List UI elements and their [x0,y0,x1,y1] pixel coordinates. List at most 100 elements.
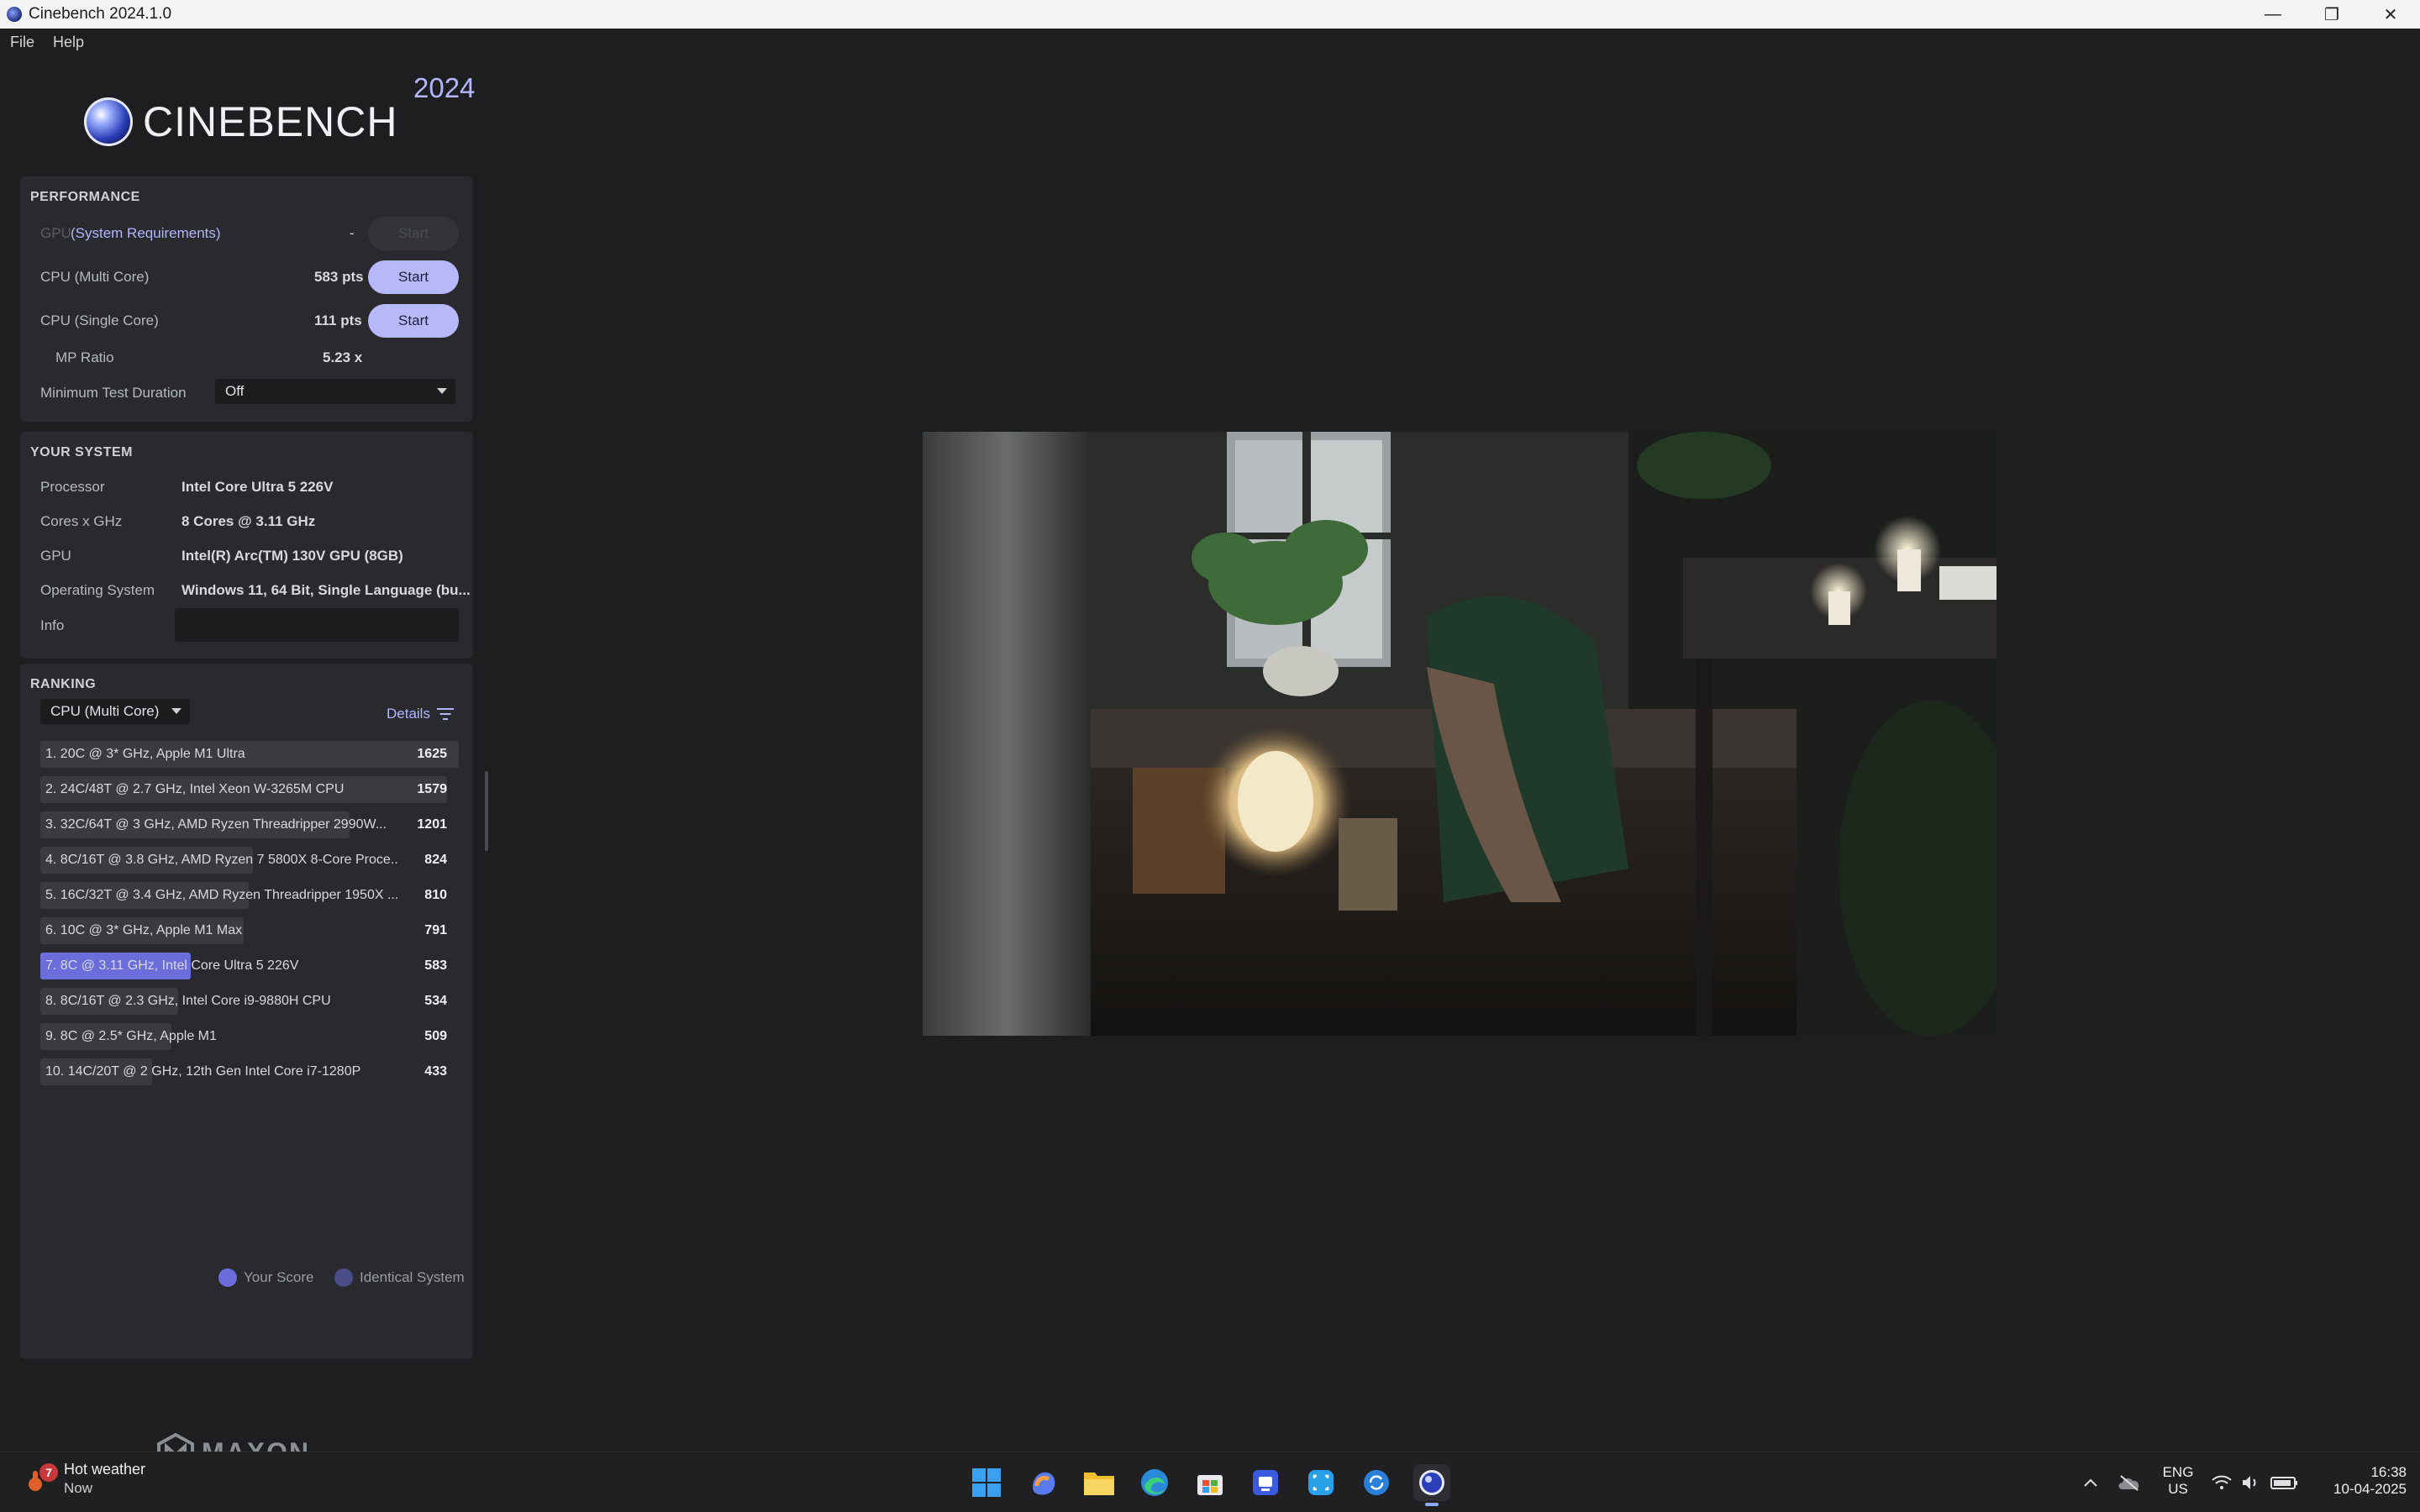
info-field[interactable] [175,608,459,642]
cpu-single-score: 111 pts [314,312,362,328]
min-duration-select[interactable]: Off [215,379,455,404]
volume-icon [2243,1476,2256,1489]
ranking-type-value: CPU (Multi Core) [50,703,160,719]
close-button[interactable]: ✕ [2361,0,2420,29]
ranking-row-score: 1579 [417,782,447,796]
processor-value: Intel Core Ultra 5 226V [182,479,334,495]
cinebench-icon[interactable] [1413,1464,1450,1506]
ranking-row-label: 1. 20C @ 3* GHz, Apple M1 Ultra [45,747,245,761]
ranking-title: RANKING [30,677,97,691]
legend-your-score: Your Score [218,1268,313,1287]
clock-time: 16:38 [2370,1464,2407,1480]
cinebench-sphere-icon [84,97,133,146]
cores-value: 8 Cores @ 3.11 GHz [182,513,316,529]
active-indicator [1425,1503,1439,1506]
ranking-row[interactable]: 2. 24C/48T @ 2.7 GHz, Intel Xeon W-3265M… [40,776,459,803]
gpu-label: GPU [40,225,71,241]
mp-ratio-value: 5.23 x [323,349,363,365]
ranking-row[interactable]: 8. 8C/16T @ 2.3 GHz, Intel Core i9-9880H… [40,988,459,1015]
render-preview-image [923,432,1996,1036]
weather-badge: 7 [45,1466,52,1479]
start-icon[interactable] [968,1464,1005,1501]
details-button[interactable]: Details [387,706,454,722]
ranking-row[interactable]: 6. 10C @ 3* GHz, Apple M1 Max 791 [40,917,459,944]
store-icon[interactable] [1192,1464,1228,1501]
wifi-icon [2212,1475,2232,1489]
ranking-row-label: 6. 10C @ 3* GHz, Apple M1 Max [45,923,243,937]
ranking-row[interactable]: 9. 8C @ 2.5* GHz, Apple M1 509 [40,1023,459,1050]
ranking-row[interactable]: 5. 16C/32T @ 3.4 GHz, AMD Ryzen Threadri… [40,882,459,909]
cpu-multi-start-button[interactable]: Start [368,260,459,294]
ranking-row[interactable]: 10. 14C/20T @ 2 GHz, 12th Gen Intel Core… [40,1058,459,1085]
language-indicator[interactable]: ENG US [2160,1464,2196,1498]
cpu-single-start-button[interactable]: Start [368,304,459,338]
restore-button[interactable]: ❐ [2302,0,2361,29]
taskbar: 7 Hot weather Now ENG US 16:38 10-04-202… [0,1452,2420,1512]
gpu-info-label: GPU [40,548,71,564]
ranking-panel: RANKING CPU (Multi Core) Details 1. 20C … [20,664,473,1359]
system-panel: YOUR SYSTEM Processor Intel Core Ultra 5… [20,432,473,659]
gpu-score: - [350,225,355,241]
ranking-row[interactable]: 3. 32C/64T @ 3 GHz, AMD Ryzen Threadripp… [40,811,459,838]
ranking-row-score: 433 [424,1064,447,1079]
chevron-down-icon [437,388,447,394]
menu-file[interactable]: File [10,34,34,51]
system-tray-status[interactable] [2207,1464,2307,1501]
info-label: Info [40,617,65,633]
os-value: Windows 11, 64 Bit, Single Language (bu.… [182,582,471,598]
file-explorer-icon[interactable] [1081,1464,1118,1501]
ranking-row-label: 3. 32C/64T @ 3 GHz, AMD Ryzen Threadripp… [45,817,387,832]
min-duration-value: Off [225,383,245,399]
your-score-dot-icon [218,1268,237,1287]
ranking-row-score: 583 [424,958,447,973]
edge-icon[interactable] [1136,1464,1173,1501]
gpu-start-button[interactable]: Start [368,217,459,250]
ranking-row-score: 810 [424,888,447,902]
ranking-row-score: 1201 [417,817,447,832]
ranking-row-score: 824 [424,853,447,867]
system-title: YOUR SYSTEM [30,445,133,459]
cpu-single-label: CPU (Single Core) [40,312,159,328]
logo-year: 2024 [413,72,476,103]
sidebar: CINEBENCH 2024 PERFORMANCE GPU (System R… [0,55,488,1473]
onedrive-icon[interactable] [2111,1464,2148,1501]
chevron-up-icon[interactable] [2072,1464,2109,1501]
menu-help[interactable]: Help [53,34,84,51]
ranking-scrollbar[interactable] [485,771,488,851]
system-requirements-link[interactable]: (System Requirements) [71,225,221,242]
ranking-row-label: 5. 16C/32T @ 3.4 GHz, AMD Ryzen Threadri… [45,888,398,902]
ranking-row-label: 9. 8C @ 2.5* GHz, Apple M1 [45,1029,217,1043]
legend-identical-label: Identical System [360,1269,465,1285]
filter-icon [436,708,454,720]
identical-system-dot-icon [334,1268,353,1287]
performance-panel: PERFORMANCE GPU (System Requirements) - … [20,176,473,422]
region-label: US [2168,1481,2188,1497]
clock[interactable]: 16:38 10-04-2025 [2312,1464,2407,1498]
ranking-type-select[interactable]: CPU (Multi Core) [40,699,190,724]
clock-date: 10-04-2025 [2333,1481,2407,1497]
ranking-row-score: 791 [424,923,447,937]
ranking-row-label: 2. 24C/48T @ 2.7 GHz, Intel Xeon W-3265M… [45,782,345,796]
logo-wordmark: CINEBENCH [143,98,398,145]
copilot-icon[interactable] [1025,1464,1062,1501]
legend-identical-system: Identical System [334,1268,465,1287]
ranking-row[interactable]: 1. 20C @ 3* GHz, Apple M1 Ultra 1625 [40,741,459,768]
ranking-row-score: 534 [424,994,447,1008]
teams-icon[interactable] [1247,1464,1284,1501]
battery-icon [2270,1477,2297,1489]
legend-your-score-label: Your Score [244,1269,314,1285]
ranking-row[interactable]: 4. 8C/16T @ 3.8 GHz, AMD Ryzen 7 5800X 8… [40,847,459,874]
ranking-row-score: 1625 [417,747,447,761]
processor-label: Processor [40,479,105,495]
title-bar: Cinebench 2024.1.0 — ❐ ✕ [0,0,2420,29]
details-label: Details [387,706,430,722]
weather-widget[interactable]: 7 Hot weather Now [25,1461,145,1497]
cpu-multi-score: 583 pts [314,269,364,285]
sync-icon[interactable] [1358,1464,1395,1501]
minimize-button[interactable]: — [2244,0,2302,29]
weather-subtitle: Now [64,1480,93,1496]
ranking-row-label: 4. 8C/16T @ 3.8 GHz, AMD Ryzen 7 5800X 8… [45,853,398,867]
ranking-row[interactable]: 7. 8C @ 3.11 GHz, Intel Core Ultra 5 226… [40,953,459,979]
window-title: Cinebench 2024.1.0 [29,5,172,23]
snipping-tool-icon[interactable] [1302,1464,1339,1501]
